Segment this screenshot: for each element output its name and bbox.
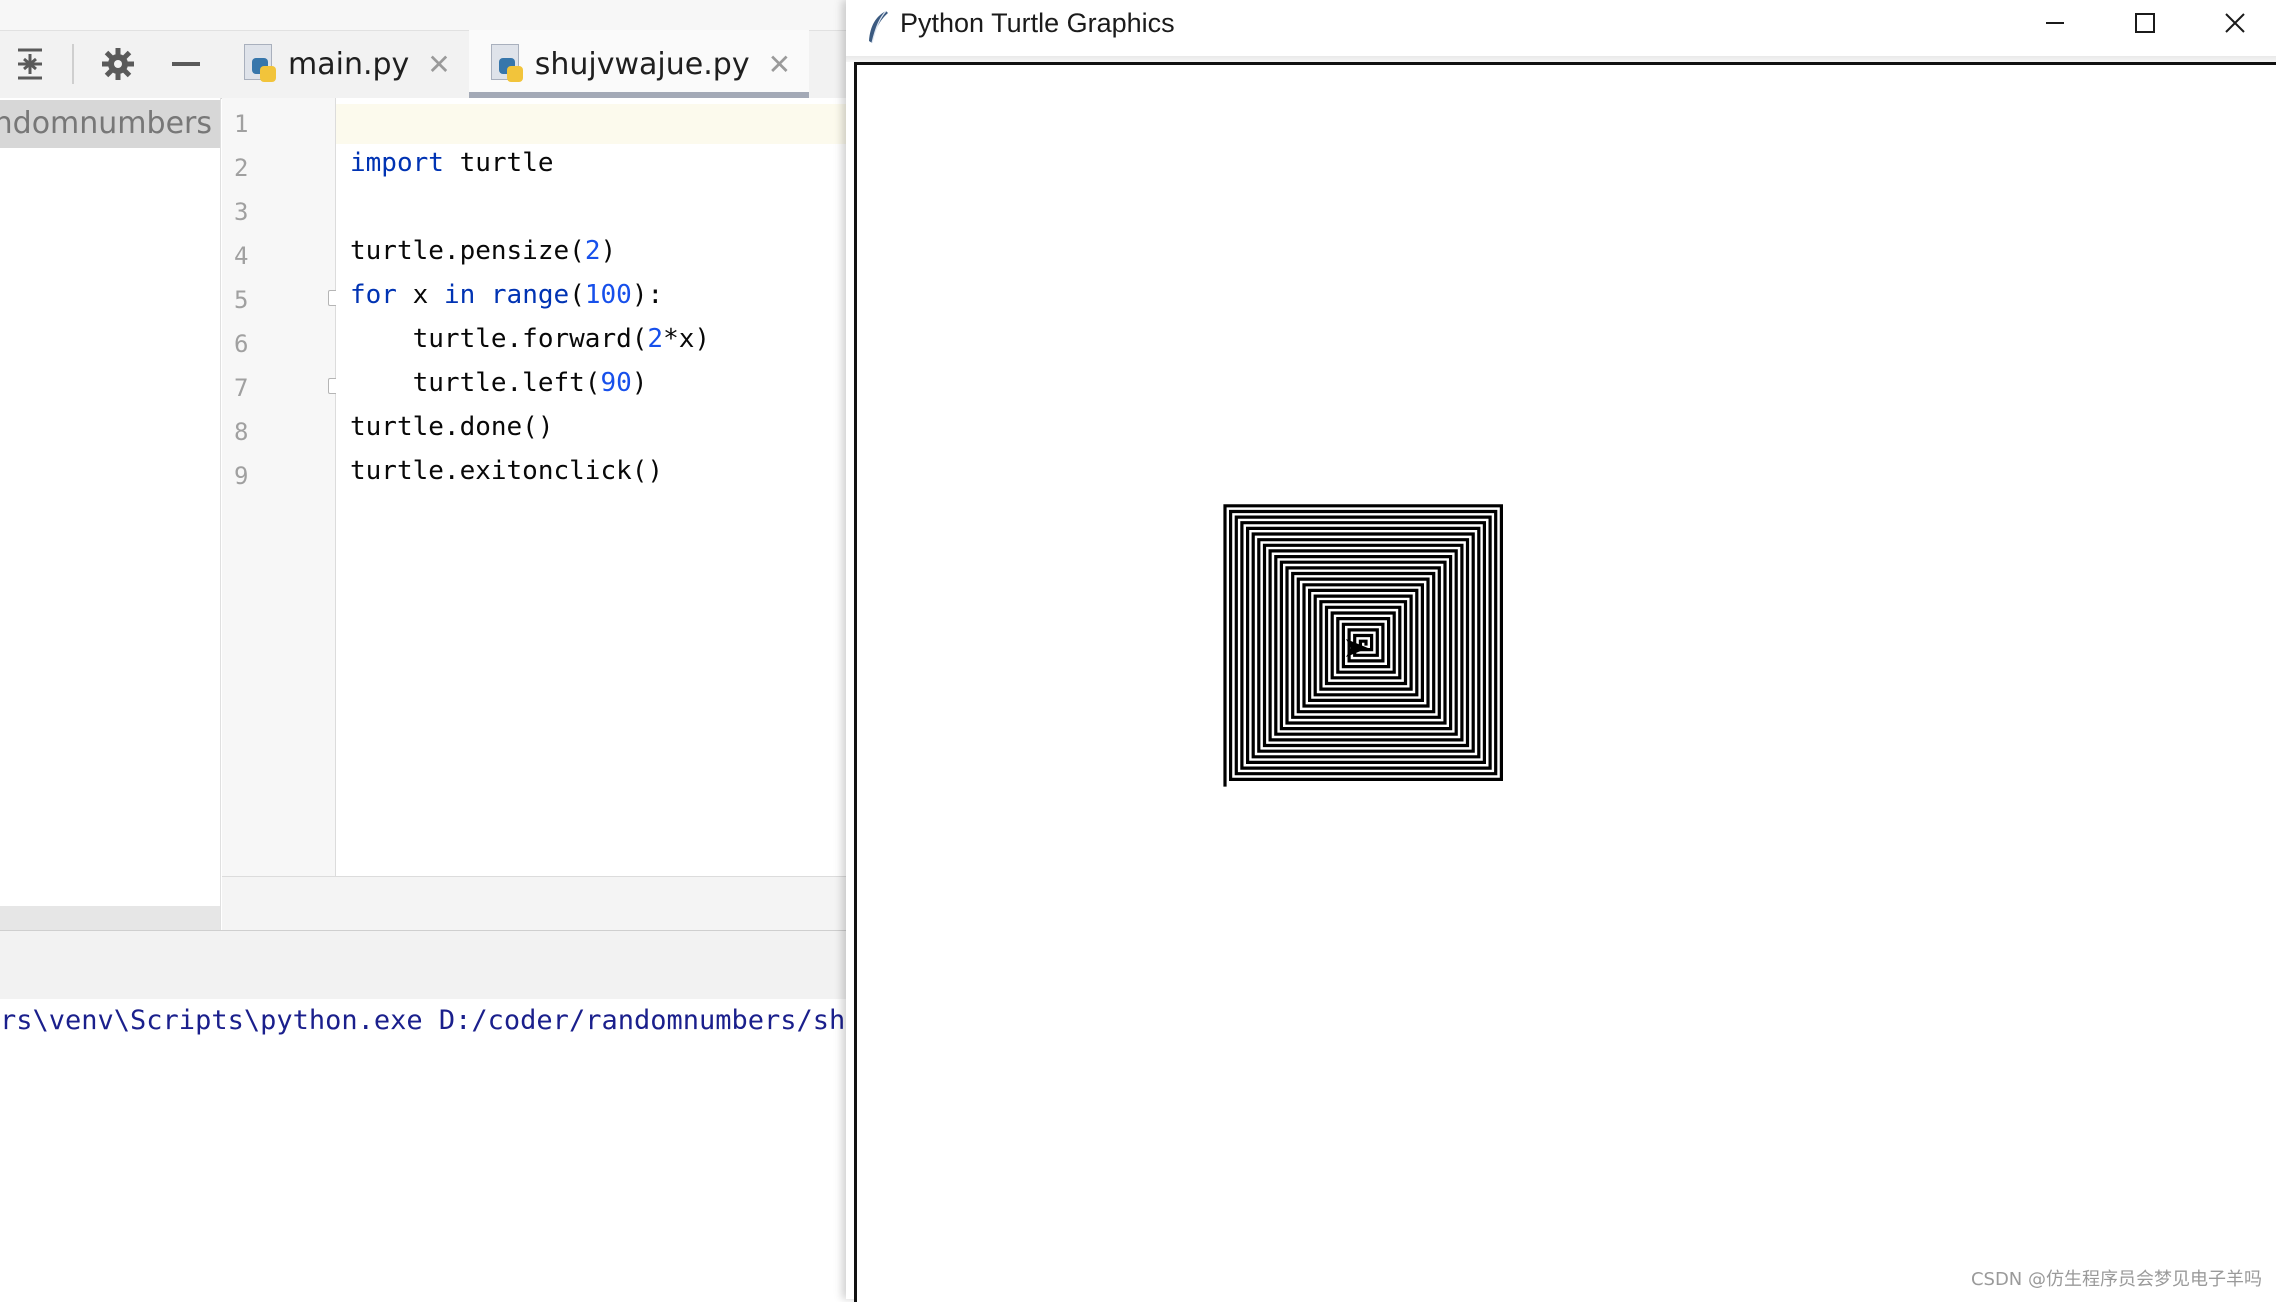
close-button[interactable] bbox=[2190, 0, 2276, 46]
close-icon bbox=[2225, 13, 2245, 33]
spiral-path bbox=[1223, 504, 1503, 787]
line-number: 8 bbox=[234, 418, 249, 446]
line-number: 2 bbox=[234, 154, 249, 182]
code-line-9: turtle.exitonclick() bbox=[350, 456, 664, 486]
code-text: *x) bbox=[663, 324, 711, 354]
code-line-5: for x in range(100): bbox=[350, 280, 663, 310]
code-line-7: turtle.left(90) bbox=[350, 368, 648, 398]
code-text: turtle.pensize( bbox=[350, 236, 585, 266]
minimize-icon bbox=[2046, 22, 2064, 24]
current-line-highlight bbox=[336, 104, 846, 144]
keyword: in bbox=[443, 280, 476, 310]
code-text: ) bbox=[600, 236, 617, 266]
minimize-button[interactable] bbox=[2010, 0, 2100, 46]
console-output-line: rs\venv\Scripts\python.exe D:/coder/rand… bbox=[0, 1005, 846, 1036]
builtin-function: range bbox=[490, 280, 570, 310]
code-text: turtle.forward( bbox=[350, 324, 648, 354]
code-text: ): bbox=[631, 280, 664, 310]
line-number: 7 bbox=[234, 374, 249, 402]
python-file-icon bbox=[490, 44, 525, 84]
code-text: ) bbox=[631, 368, 648, 398]
code-text: ( bbox=[569, 280, 585, 310]
close-icon[interactable]: ✕ bbox=[427, 48, 450, 81]
code-line-2: import turtle bbox=[350, 148, 554, 178]
maximize-button[interactable] bbox=[2100, 0, 2190, 46]
ide-window: main.py ✕ shujvwajue.py ✕ randomnumbers … bbox=[0, 0, 846, 1299]
tab-label: main.py bbox=[288, 46, 410, 82]
project-root-item[interactable]: randomnumbers bbox=[0, 100, 220, 148]
project-panel: randomnumbers bbox=[0, 98, 221, 930]
minimize-panel-icon[interactable] bbox=[166, 44, 206, 84]
feather-icon bbox=[869, 10, 888, 44]
code-line-4: turtle.pensize(2) bbox=[350, 236, 616, 266]
toolbar-top-strip bbox=[0, 0, 846, 31]
tab-main-py[interactable]: main.py ✕ bbox=[222, 30, 469, 98]
window-titlebar[interactable]: Python Turtle Graphics bbox=[846, 0, 2276, 56]
project-root-label: randomnumbers bbox=[0, 106, 212, 141]
code-text: turtle bbox=[443, 148, 554, 178]
line-number: 3 bbox=[234, 198, 249, 226]
line-number: 4 bbox=[234, 242, 249, 270]
turtle-canvas[interactable] bbox=[854, 62, 2276, 1302]
code-editor[interactable]: import turtle turtle.pensize(2) for x in… bbox=[336, 98, 846, 876]
line-number: 6 bbox=[234, 330, 249, 358]
editor-status-strip bbox=[222, 876, 846, 931]
line-number: 1 bbox=[234, 110, 249, 138]
code-text: turtle.left( bbox=[350, 368, 601, 398]
python-file-icon bbox=[244, 44, 278, 84]
toolbar-separator bbox=[72, 44, 74, 84]
keyword: import bbox=[350, 148, 444, 178]
turtle-graphics-window: Python Turtle Graphics CSDN @仿生程序员会梦见电子羊… bbox=[846, 0, 2276, 1302]
number-literal: 2 bbox=[584, 236, 601, 266]
keyword: for bbox=[350, 280, 397, 310]
tab-shujvwajue-py[interactable]: shujvwajue.py ✕ bbox=[468, 30, 810, 98]
number-literal: 2 bbox=[647, 324, 664, 354]
watermark-text: CSDN @仿生程序员会梦见电子羊吗 bbox=[1970, 1269, 2262, 1290]
code-text: x bbox=[396, 280, 444, 310]
collapse-all-icon[interactable] bbox=[10, 44, 50, 84]
horizontal-scrollbar[interactable] bbox=[0, 906, 220, 930]
code-line-8: turtle.done() bbox=[350, 412, 554, 442]
gear-icon[interactable] bbox=[98, 44, 138, 84]
line-number: 5 bbox=[234, 286, 249, 314]
editor-toolbar: main.py ✕ shujvwajue.py ✕ bbox=[0, 0, 846, 99]
window-title: Python Turtle Graphics bbox=[900, 8, 1175, 38]
number-literal: 90 bbox=[600, 368, 632, 398]
line-number: 9 bbox=[234, 462, 249, 490]
run-console[interactable]: rs\venv\Scripts\python.exe D:/coder/rand… bbox=[0, 999, 846, 1299]
close-icon[interactable]: ✕ bbox=[768, 48, 791, 81]
run-panel-header bbox=[0, 930, 846, 1000]
tab-label: shujvwajue.py bbox=[534, 46, 750, 82]
line-number-gutter: 1 2 3 4 5 6 7 8 9 bbox=[222, 98, 344, 876]
code-line-6: turtle.forward(2*x) bbox=[350, 324, 710, 354]
number-literal: 100 bbox=[584, 280, 632, 310]
turtle-drawing bbox=[1223, 504, 1503, 787]
editor-tabs: main.py ✕ shujvwajue.py ✕ bbox=[222, 30, 810, 98]
maximize-icon bbox=[2135, 13, 2155, 33]
